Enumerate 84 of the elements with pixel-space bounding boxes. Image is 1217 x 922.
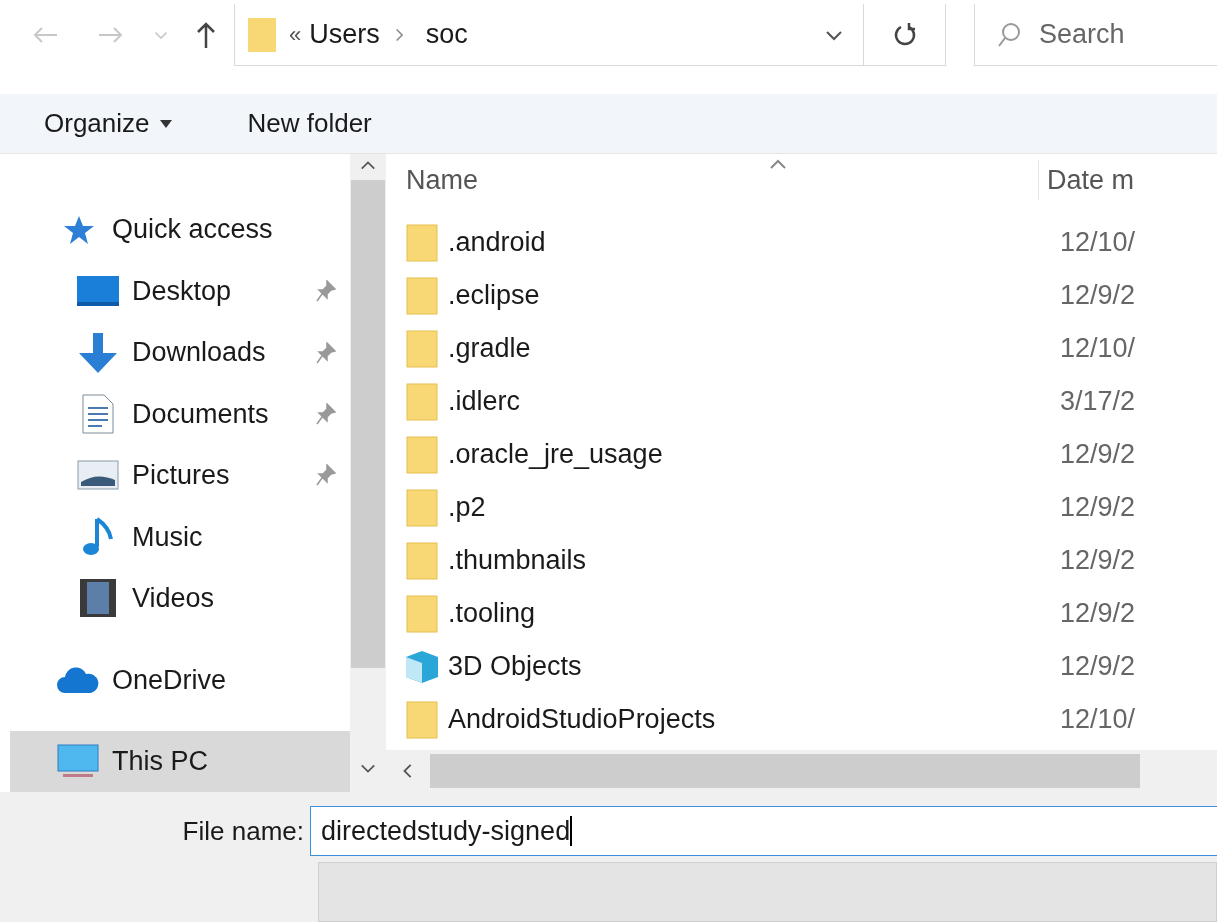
column-header[interactable]: Name bbox=[406, 159, 479, 200]
sidebar-item[interactable]: Desktop bbox=[10, 260, 350, 322]
folder-icon bbox=[406, 700, 438, 739]
pin-icon[interactable] bbox=[316, 464, 336, 487]
pin-icon[interactable] bbox=[316, 403, 336, 426]
date-cell-text: 12/10/ bbox=[1060, 226, 1136, 260]
date-cell-text: 12/9/2 bbox=[1060, 438, 1136, 472]
folder-icon bbox=[406, 488, 438, 527]
date-cell-text: 3/17/2 bbox=[1060, 385, 1136, 419]
file-row[interactable]: .thumbnails 12/9/2 bbox=[386, 534, 1217, 587]
sidebar-item[interactable]: Music bbox=[10, 506, 350, 568]
date-cell-text: 12/10/ bbox=[1060, 332, 1136, 366]
organize-button[interactable]: Organize bbox=[44, 104, 172, 143]
folder-icon bbox=[247, 16, 277, 53]
back-arrow-icon[interactable] bbox=[32, 26, 58, 44]
sidebar-item[interactable]: Quick access bbox=[10, 199, 350, 261]
scroll-thumb[interactable] bbox=[351, 180, 385, 668]
file-name: .oracle_jre_usage bbox=[448, 438, 664, 472]
path-segment[interactable]: soc bbox=[425, 14, 468, 55]
sidebar-item[interactable]: This PC bbox=[10, 730, 350, 792]
monitor-icon bbox=[77, 276, 119, 307]
file-name-label: File name: bbox=[181, 814, 305, 848]
file-name: .gradle bbox=[448, 332, 532, 366]
file-name: .idlerc bbox=[448, 385, 522, 419]
file-name: .eclipse bbox=[448, 279, 541, 313]
file-name: .p2 bbox=[448, 491, 487, 525]
path-segment[interactable]: Users bbox=[309, 14, 380, 55]
sidebar-item[interactable]: Downloads bbox=[10, 321, 350, 384]
film-icon bbox=[80, 579, 116, 618]
pin-icon[interactable] bbox=[316, 280, 336, 303]
scroll-thumb[interactable] bbox=[430, 754, 1140, 788]
pin-icon[interactable] bbox=[316, 341, 336, 364]
date-cell-text: 12/9/2 bbox=[1060, 650, 1136, 684]
caret-icon bbox=[159, 119, 172, 128]
file-name: AndroidStudioProjects bbox=[448, 703, 717, 737]
sidebar-item[interactable]: Documents bbox=[10, 383, 350, 445]
column-header[interactable]: Date m bbox=[1038, 159, 1135, 200]
folder-icon bbox=[406, 329, 438, 368]
file-row[interactable]: .gradle 12/10/ bbox=[386, 322, 1217, 375]
cloud-icon bbox=[57, 666, 99, 693]
address-bar[interactable]: « Users soc bbox=[234, 4, 864, 66]
file-name: .android bbox=[448, 226, 547, 260]
path-overflow[interactable]: « bbox=[289, 18, 302, 51]
date-cell-text: 12/10/ bbox=[1060, 703, 1136, 737]
sidebar-item[interactable]: Pictures bbox=[10, 444, 350, 507]
download-arrow-icon bbox=[77, 332, 119, 373]
computer-icon bbox=[57, 744, 99, 779]
picture-icon bbox=[77, 460, 119, 491]
folder-icon bbox=[406, 435, 438, 474]
sidebar-item[interactable]: OneDrive bbox=[10, 649, 350, 711]
date-cell-text: 12/9/2 bbox=[1060, 544, 1136, 578]
folder-icon bbox=[406, 594, 438, 633]
folder-icon bbox=[406, 223, 438, 262]
up-arrow-icon[interactable] bbox=[196, 21, 216, 49]
search-field[interactable]: Search bbox=[974, 4, 1217, 66]
date-cell-text: 12/9/2 bbox=[1060, 597, 1136, 631]
file-row[interactable]: 3D Objects 12/9/2 bbox=[386, 640, 1217, 693]
refresh-button[interactable] bbox=[864, 4, 946, 66]
file-name: .thumbnails bbox=[448, 544, 588, 578]
document-icon bbox=[82, 394, 114, 435]
date-cell-text: 12/9/2 bbox=[1060, 491, 1136, 525]
file-row[interactable]: .eclipse 12/9/2 bbox=[386, 269, 1217, 322]
sidebar-item[interactable]: Videos bbox=[10, 567, 350, 630]
file-name: .tooling bbox=[448, 597, 537, 631]
file-row[interactable]: AndroidStudioProjects 12/10/ bbox=[386, 693, 1217, 746]
file-name-field[interactable]: directedstudy-signed bbox=[310, 806, 1217, 856]
refresh-icon bbox=[892, 21, 917, 48]
search-placeholder: Search bbox=[1039, 18, 1125, 52]
file-name: 3D Objects bbox=[448, 650, 583, 684]
file-row[interactable]: .idlerc 3/17/2 bbox=[386, 375, 1217, 428]
music-note-icon bbox=[81, 516, 115, 557]
scrollbar[interactable] bbox=[350, 154, 386, 792]
file-row[interactable]: .tooling 12/9/2 bbox=[386, 587, 1217, 640]
cube-icon bbox=[404, 648, 440, 685]
date-cell-text: 12/9/2 bbox=[1060, 279, 1136, 313]
new-folder-button[interactable]: New folder bbox=[247, 104, 372, 143]
folder-icon bbox=[406, 276, 438, 315]
search-icon bbox=[997, 21, 1021, 48]
file-row[interactable]: .android 12/10/ bbox=[386, 216, 1217, 269]
folder-icon bbox=[406, 382, 438, 421]
folder-icon bbox=[406, 541, 438, 580]
file-row[interactable]: .p2 12/9/2 bbox=[386, 481, 1217, 534]
file-row[interactable]: .oracle_jre_usage 12/9/2 bbox=[386, 428, 1217, 481]
forward-arrow-icon[interactable] bbox=[98, 26, 124, 44]
